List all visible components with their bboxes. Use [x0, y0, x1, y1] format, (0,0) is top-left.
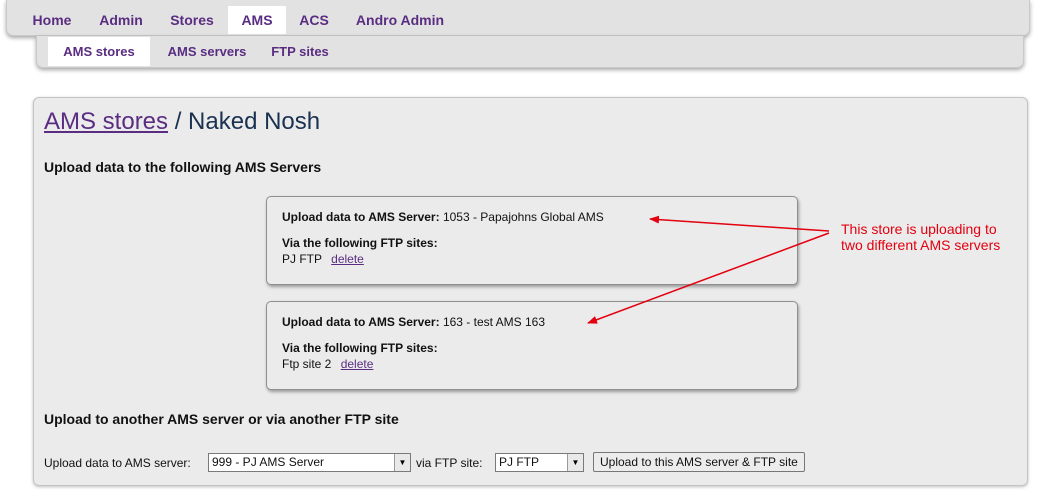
store-name: Naked Nosh — [188, 108, 321, 135]
page-title: AMS stores / Naked Nosh — [44, 108, 320, 136]
nav-item-home[interactable]: Home — [21, 6, 83, 34]
dropdown-arrow-icon: ▼ — [567, 454, 583, 471]
breadcrumb-ams-stores-link[interactable]: AMS stores — [44, 108, 168, 135]
ftp-label: Via the following FTP sites: — [282, 341, 438, 355]
ams-server-selected-value: 999 - PJ AMS Server — [212, 455, 325, 469]
nav-item-admin[interactable]: Admin — [87, 6, 155, 34]
upload-another-heading: Upload to another AMS server or via anot… — [44, 411, 399, 427]
top-navigation: Home Admin Stores AMS ACS Andro Admin — [6, 0, 1030, 36]
breadcrumb-separator: / — [168, 108, 189, 135]
delete-link[interactable]: delete — [341, 357, 374, 371]
ftp-site-line: Ftp site 2 delete — [282, 357, 373, 371]
server-value: 163 - test AMS 163 — [442, 315, 545, 329]
ams-server-select[interactable]: 999 - PJ AMS Server ▼ — [208, 453, 411, 472]
delete-link[interactable]: delete — [331, 252, 364, 266]
ftp-site-selected-value: PJ FTP — [499, 455, 540, 469]
server-label: Upload data to AMS Server: — [282, 210, 440, 224]
ftp-site-line: PJ FTP delete — [282, 252, 364, 266]
sub-navigation: AMS stores AMS servers FTP sites — [36, 36, 1024, 68]
server-value: 1053 - Papajohns Global AMS — [442, 210, 604, 224]
nav-item-andro-admin[interactable]: Andro Admin — [345, 6, 455, 34]
server-line: Upload data to AMS Server: 1053 - Papajo… — [282, 210, 604, 224]
server-box: Upload data to AMS Server: 1053 - Papajo… — [266, 196, 798, 285]
dropdown-arrow-icon: ▼ — [394, 454, 410, 471]
server-label: Upload data to AMS Server: — [282, 315, 440, 329]
nav-item-ams[interactable]: AMS — [228, 6, 286, 34]
ftp-site-select[interactable]: PJ FTP ▼ — [495, 453, 584, 472]
subnav-item-ams-stores[interactable]: AMS stores — [48, 37, 150, 66]
subnav-item-ftp-sites[interactable]: FTP sites — [263, 37, 337, 66]
ftp-site-label: via FTP site: — [416, 456, 483, 470]
server-box: Upload data to AMS Server: 163 - test AM… — [266, 301, 798, 390]
ftp-site-name: PJ FTP — [282, 252, 322, 266]
subnav-item-ams-servers[interactable]: AMS servers — [153, 37, 261, 66]
ftp-site-name: Ftp site 2 — [282, 357, 332, 371]
nav-item-stores[interactable]: Stores — [159, 6, 225, 34]
annotation-text: This store is uploading to two different… — [841, 221, 1001, 253]
main-panel: AMS stores / Naked Nosh Upload data to t… — [33, 97, 1028, 486]
upload-submit-button[interactable]: Upload to this AMS server & FTP site — [593, 452, 805, 472]
nav-item-acs[interactable]: ACS — [288, 6, 340, 34]
upload-servers-heading: Upload data to the following AMS Servers — [44, 159, 322, 175]
ams-server-label: Upload data to AMS server: — [44, 456, 191, 470]
ftp-label: Via the following FTP sites: — [282, 236, 438, 250]
server-line: Upload data to AMS Server: 163 - test AM… — [282, 315, 545, 329]
